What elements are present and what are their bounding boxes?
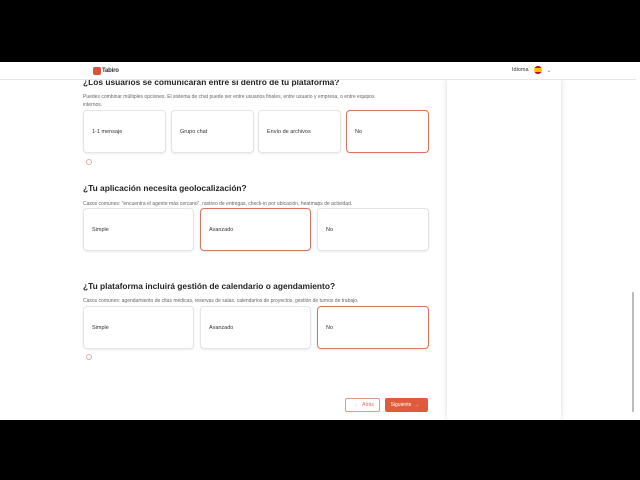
option-label: Avanzado bbox=[209, 226, 234, 233]
radio-indicator[interactable] bbox=[86, 354, 92, 360]
logo[interactable]: Tabiro bbox=[93, 66, 119, 76]
option-label: No bbox=[326, 226, 334, 233]
option-geo-no[interactable]: No bbox=[317, 208, 429, 251]
language-label: Idioma bbox=[512, 67, 529, 73]
back-button[interactable]: ← Atrás bbox=[345, 398, 380, 412]
next-button[interactable]: Siguiente → bbox=[385, 398, 428, 412]
option-label: No bbox=[326, 324, 334, 331]
option-chat-no[interactable]: No bbox=[346, 110, 429, 153]
option-label: No bbox=[355, 128, 363, 135]
option-calendar-no[interactable]: No bbox=[317, 306, 429, 349]
option-label: Envío de archivos bbox=[267, 128, 311, 135]
option-chat-1-1[interactable]: 1-1 mensaje bbox=[83, 110, 166, 153]
question-description-calendar: Casos comunes: agendamiento de citas méd… bbox=[83, 298, 359, 304]
option-chat-files[interactable]: Envío de archivos bbox=[258, 110, 341, 153]
arrow-right-icon: → bbox=[414, 402, 420, 408]
option-geo-advanced[interactable]: Avanzado bbox=[200, 208, 311, 251]
option-chat-group[interactable]: Grupo chat bbox=[171, 110, 254, 153]
back-button-label: Atrás bbox=[362, 402, 374, 408]
app-screen: Tabiro Idioma ⌄ ¿Los usuarios se comunic… bbox=[0, 62, 640, 420]
option-label: 1-1 mensaje bbox=[92, 128, 123, 135]
question-title-calendar: ¿Tu plataforma incluirá gestión de calen… bbox=[83, 281, 336, 291]
radio-indicator[interactable] bbox=[86, 159, 92, 165]
option-calendar-simple[interactable]: Simple bbox=[83, 306, 194, 349]
description-line: Puedes combinar múltiples opciones. El s… bbox=[83, 94, 375, 100]
question-description-chat: Puedes combinar múltiples opciones. El s… bbox=[83, 93, 429, 109]
next-button-label: Siguiente bbox=[390, 402, 412, 408]
arrow-left-icon: ← bbox=[354, 402, 360, 408]
question-description-geolocation: Casos comunes: "encuentra el agente más … bbox=[83, 201, 353, 207]
description-line: internos. bbox=[83, 102, 103, 108]
logo-icon bbox=[93, 67, 101, 75]
chevron-down-icon: ⌄ bbox=[546, 67, 552, 74]
option-geo-simple[interactable]: Simple bbox=[83, 208, 194, 251]
scrollbar-thumb[interactable] bbox=[632, 292, 634, 412]
question-title-geolocation: ¿Tu aplicación necesita geolocalización? bbox=[83, 183, 247, 193]
option-label: Avanzado bbox=[209, 324, 234, 331]
language-selector[interactable]: Idioma ⌄ bbox=[512, 66, 552, 74]
option-label: Grupo chat bbox=[180, 128, 208, 135]
option-calendar-advanced[interactable]: Avanzado bbox=[200, 306, 311, 349]
side-panel bbox=[447, 78, 561, 420]
top-navbar: Tabiro Idioma ⌄ bbox=[0, 62, 636, 80]
option-label: Simple bbox=[92, 226, 109, 233]
logo-text: Tabiro bbox=[102, 68, 119, 74]
spain-flag-icon bbox=[533, 66, 542, 74]
option-label: Simple bbox=[92, 324, 109, 331]
